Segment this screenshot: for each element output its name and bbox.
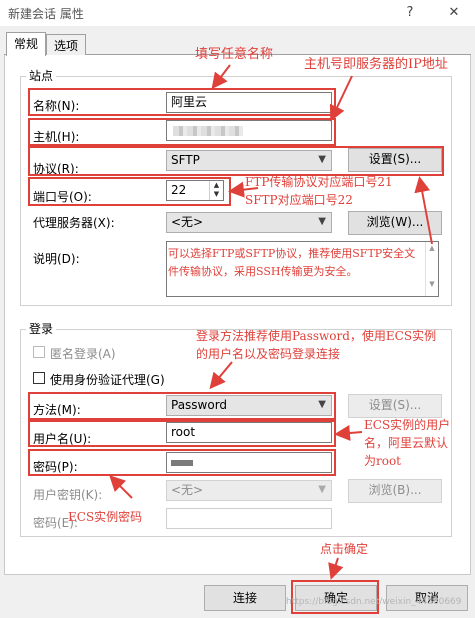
annotation-password: ECS实例密码 xyxy=(68,510,143,524)
annotation-arrows xyxy=(109,64,433,580)
annotation-protocol-2: 件传输协议，采用SSH传输更为安全。 xyxy=(168,265,358,278)
arrow-password xyxy=(109,475,133,499)
annotation-name: 填写任意名称 xyxy=(195,47,274,62)
arrow-protocol xyxy=(414,176,433,245)
arrow-username xyxy=(334,425,363,441)
watermark: https://blog.csdn.net/weixin_44580669 xyxy=(286,597,462,607)
annotation-ok: 点击确定 xyxy=(320,542,369,556)
annotation-login-1: 登录方法推荐使用Password，使用ECS实例 xyxy=(196,329,437,343)
arrow-host xyxy=(329,75,353,122)
annotation-port-2: SFTP对应端口号22 xyxy=(245,193,353,207)
annotation-username-3: 为root xyxy=(364,454,402,468)
annotation-username-1: ECS实例的用户 xyxy=(364,418,451,432)
arrow-ok xyxy=(328,557,344,580)
tab-general[interactable]: 常规 xyxy=(6,32,46,56)
annotation-protocol-1: 可以选择FTP或SFTP协议，推荐使用SFTP安全文 xyxy=(168,247,416,260)
annotation-username-2: 名，阿里云默认 xyxy=(364,436,449,450)
annotation-host: 主机号即服务器的IP地址 xyxy=(304,57,448,72)
arrow-name xyxy=(211,64,231,90)
annotation-login-2: 的用户名以及密码登录连接 xyxy=(196,347,341,361)
annotation-port-1: FTP传输协议对应端口号21 xyxy=(245,175,393,189)
arrow-method xyxy=(209,361,233,390)
